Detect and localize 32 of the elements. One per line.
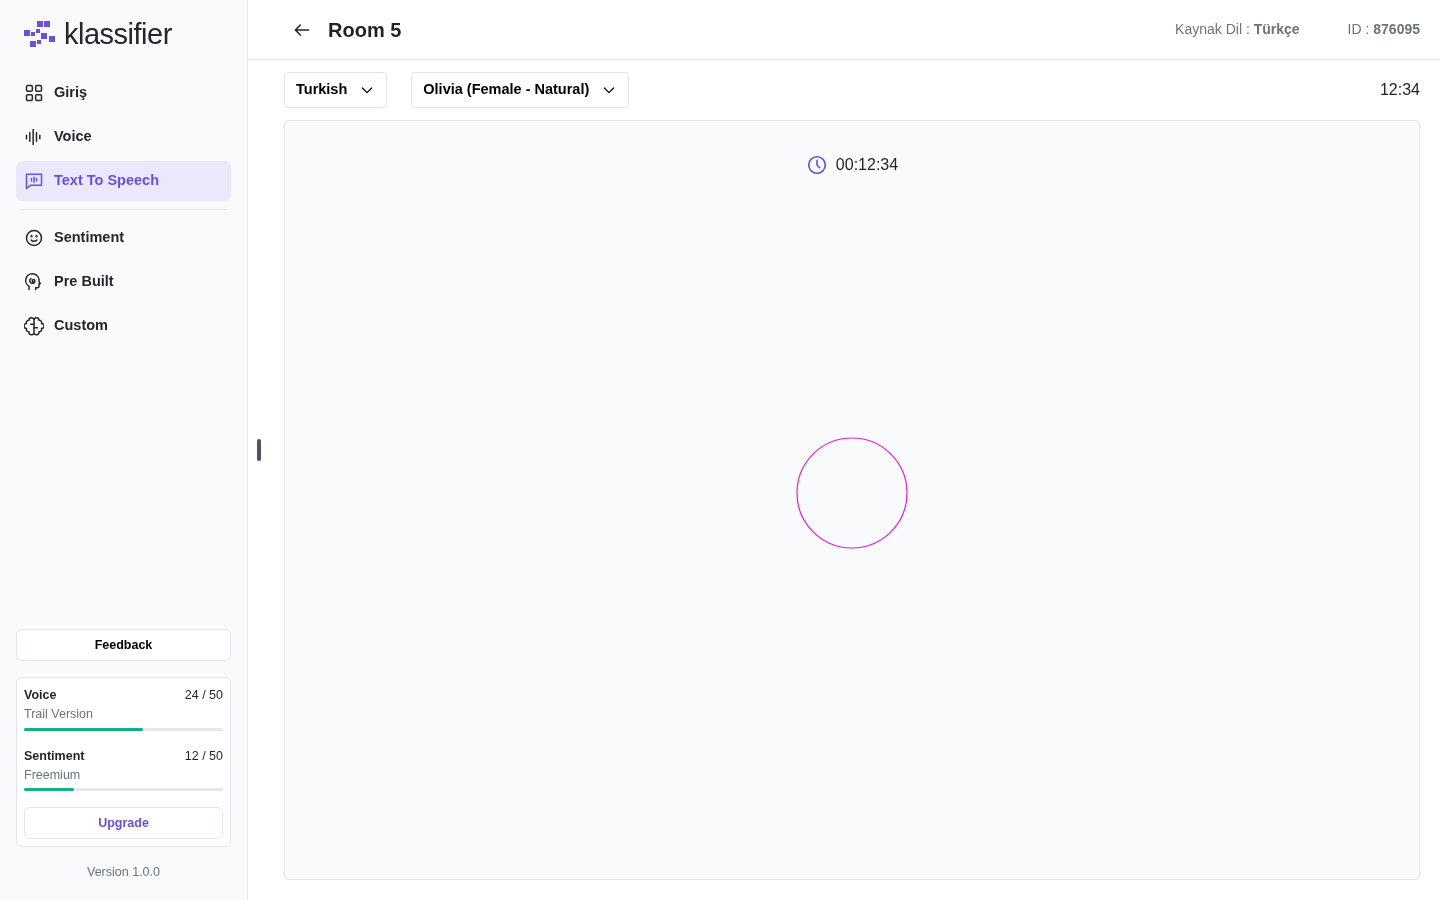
resize-handle[interactable] xyxy=(257,439,261,461)
clock-icon xyxy=(805,154,828,176)
brain-icon xyxy=(24,316,44,336)
upgrade-button[interactable]: Upgrade xyxy=(24,807,223,840)
speech-bubble-icon xyxy=(24,171,44,191)
usage-name: Sentiment xyxy=(24,747,85,765)
sidebar-nav-item[interactable]: Pre Built xyxy=(16,262,231,302)
header-meta-text: ID : 876095 xyxy=(1347,20,1420,39)
version-text: Version 1.0.0 xyxy=(86,864,161,882)
time-text: 12:34 xyxy=(1379,80,1420,100)
logo-icon xyxy=(24,20,56,49)
usage-plan: Trail Version xyxy=(24,706,93,723)
head-spiral-icon xyxy=(24,272,44,292)
sidebar-nav-item[interactable]: Custom xyxy=(16,306,231,346)
sidebar-nav-item[interactable]: Text To Speech xyxy=(16,161,231,201)
logo-text: klassifier xyxy=(64,20,172,49)
usage-count: 12 / 50 xyxy=(184,747,223,765)
sidebar-nav-item[interactable]: Voice xyxy=(16,117,231,157)
usage-name: Voice xyxy=(24,687,58,705)
usage-count: 24 / 50 xyxy=(184,687,223,705)
dropdown[interactable]: Turkish xyxy=(284,72,388,108)
sidebar-nav-item[interactable]: Giriş xyxy=(16,73,231,113)
grid-icon xyxy=(24,83,44,103)
feedback-button[interactable]: Feedback xyxy=(16,629,231,662)
smiley-icon xyxy=(24,228,44,248)
sound-wave-icon xyxy=(24,127,44,147)
sidebar-nav-item[interactable]: Sentiment xyxy=(16,218,231,258)
dropdown[interactable]: Olivia (Female - Natural) xyxy=(411,72,630,108)
usage-plan: Freemium xyxy=(24,766,82,784)
timer-text: 00:12:34 xyxy=(835,155,899,175)
page-title: Room 5 xyxy=(328,17,403,42)
header-meta-text: Kaynak Dil : Türkçe xyxy=(1175,20,1300,39)
